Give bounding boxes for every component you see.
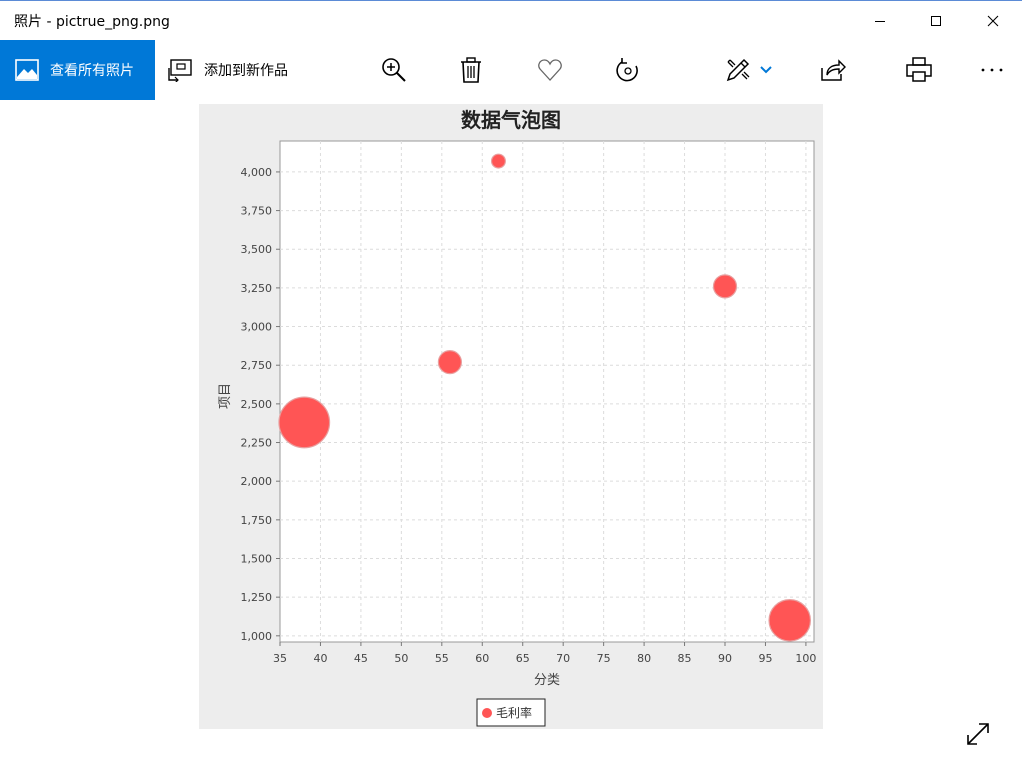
edit-button[interactable] — [720, 52, 756, 88]
y-tick-label: 2,250 — [241, 437, 273, 450]
window-title: 照片 - pictrue_png.png — [14, 14, 170, 30]
bubble — [278, 396, 331, 449]
bubble — [768, 599, 812, 642]
x-tick-label: 65 — [516, 652, 530, 665]
legend-marker — [482, 708, 492, 718]
rotate-button[interactable] — [610, 52, 646, 88]
bubble — [712, 274, 738, 299]
x-tick-label: 90 — [718, 652, 732, 665]
x-tick-label: 60 — [475, 652, 489, 665]
zoom-in-icon — [382, 58, 406, 82]
minimize-icon — [875, 21, 885, 22]
x-tick-label: 95 — [758, 652, 772, 665]
x-tick-label: 70 — [556, 652, 570, 665]
maximize-button[interactable] — [908, 1, 964, 41]
print-icon — [906, 57, 932, 82]
x-tick-label: 50 — [394, 652, 408, 665]
delete-button[interactable] — [453, 52, 489, 88]
view-all-photos-label: 查看所有照片 — [50, 63, 134, 79]
x-axis: 35 40 45 50 55 60 65 70 75 80 85 90 95 100 — [273, 642, 816, 665]
more-button[interactable] — [974, 52, 1010, 88]
edit-icon — [726, 58, 750, 82]
y-tick-label: 1,500 — [241, 553, 273, 566]
x-tick-label: 75 — [597, 652, 611, 665]
chevron-down-icon — [760, 66, 772, 74]
legend: 毛利率 — [476, 698, 546, 727]
bubble — [437, 350, 463, 375]
y-tick-label: 1,000 — [241, 630, 273, 643]
bubble — [490, 153, 506, 169]
fullscreen-button[interactable] — [962, 718, 994, 750]
more-icon — [981, 68, 1003, 72]
x-tick-label: 40 — [313, 652, 327, 665]
x-tick-label: 55 — [435, 652, 449, 665]
x-tick-label: 35 — [273, 652, 287, 665]
delete-icon — [461, 57, 481, 83]
x-tick-label: 45 — [354, 652, 368, 665]
edit-dropdown-button[interactable] — [756, 52, 776, 88]
y-tick-label: 2,000 — [241, 475, 273, 488]
y-tick-label: 1,750 — [241, 514, 273, 527]
y-tick-label: 3,500 — [241, 243, 273, 256]
title-bar: 照片 - pictrue_png.png — [0, 0, 1022, 40]
plot-area — [279, 140, 815, 643]
photos-icon — [15, 59, 39, 81]
maximize-icon — [931, 16, 941, 26]
favorite-icon — [538, 59, 562, 81]
y-tick-label: 3,250 — [241, 282, 273, 295]
close-icon — [987, 15, 999, 27]
share-button[interactable] — [815, 52, 851, 88]
chart-title: 数据气泡图 — [461, 108, 561, 132]
y-tick-label: 2,500 — [241, 398, 273, 411]
zoom-in-button[interactable] — [376, 52, 412, 88]
y-tick-label: 3,750 — [241, 205, 273, 218]
favorite-button[interactable] — [532, 52, 568, 88]
add-creation-icon — [168, 59, 192, 82]
expand-icon — [967, 723, 989, 745]
x-axis-label: 分类 — [534, 673, 560, 688]
view-all-photos-button[interactable]: 查看所有照片 — [0, 40, 155, 100]
y-tick-label: 2,750 — [241, 359, 273, 372]
legend-label: 毛利率 — [496, 705, 532, 720]
minimize-button[interactable] — [852, 1, 908, 41]
add-to-creation-button[interactable]: 添加到新作品 — [168, 40, 288, 100]
add-to-creation-label: 添加到新作品 — [204, 63, 288, 79]
photo-view: 数据气泡图 35 40 45 50 55 60 65 70 75 80 85 90 95 100 1,00… — [199, 104, 823, 729]
y-axis-label: 项目 — [218, 383, 233, 409]
bubble-chart: 数据气泡图 35 40 45 50 55 60 65 70 75 80 85 90 95 100 1,00… — [218, 108, 816, 727]
x-tick-label: 100 — [795, 652, 816, 665]
x-tick-label: 80 — [637, 652, 651, 665]
share-icon — [821, 59, 846, 81]
x-tick-label: 85 — [678, 652, 692, 665]
y-axis: 1,000 1,250 1,500 1,750 2,000 2,250 2,500 2,750… — [241, 166, 280, 643]
print-button[interactable] — [901, 52, 937, 88]
y-tick-label: 3,000 — [241, 321, 273, 334]
toolbar: 查看所有照片 添加到新作品 — [0, 40, 1022, 100]
y-tick-label: 4,000 — [241, 166, 273, 179]
y-tick-label: 1,250 — [241, 591, 273, 604]
rotate-icon — [616, 58, 638, 82]
close-button[interactable] — [965, 1, 1021, 41]
